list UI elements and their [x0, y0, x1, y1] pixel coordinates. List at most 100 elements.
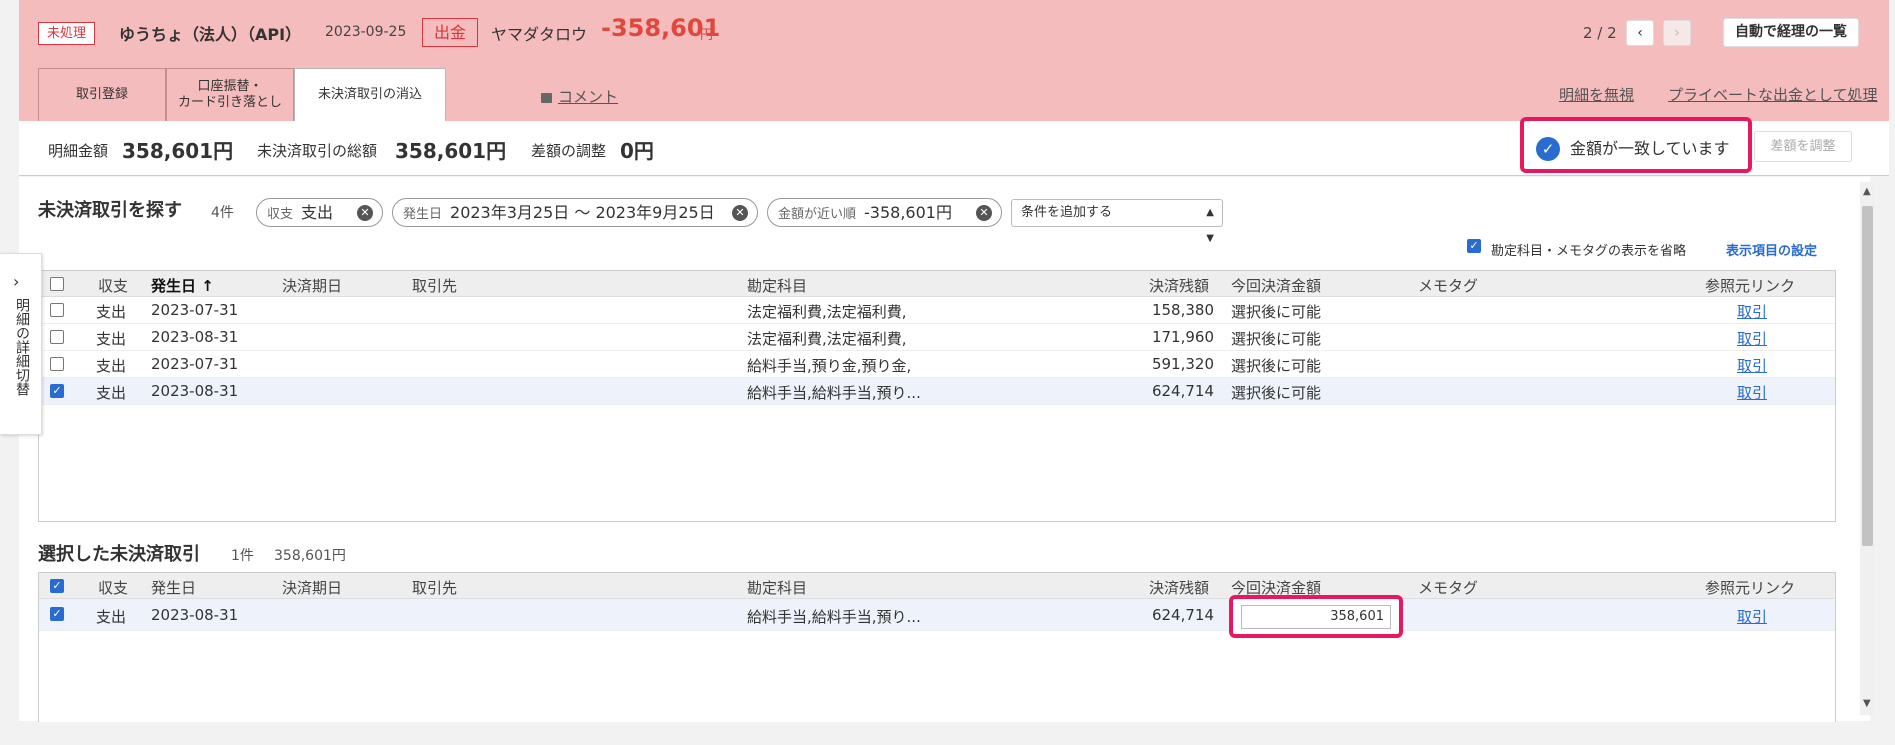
row-income: 支出: [96, 384, 127, 402]
row-account: 給料手当,預り金,預り金,: [747, 357, 912, 375]
table-row[interactable]: 支出 2023-08-31 法定福利費,法定福利費, 171,960 選択後に可…: [39, 324, 1835, 351]
row-checkbox[interactable]: [50, 357, 64, 371]
detail-amount-value: 358,601円: [122, 139, 234, 163]
table-row[interactable]: 支出 2023-07-31 給料手当,預り金,預り金, 591,320 選択後に…: [39, 351, 1835, 378]
search-result-count: 4件: [211, 205, 234, 221]
select-arrow-icon: ▲ ▼: [1206, 207, 1214, 244]
settle-amount-highlight: 358,601: [1229, 595, 1403, 638]
select-all-checkbox[interactable]: [50, 277, 64, 291]
omit-display-checkbox[interactable]: ✓: [1467, 239, 1481, 253]
transaction-header: 未処理 ゆうちょ（法人）（API） 2023-09-25 出金 ヤマダタロウ -…: [19, 0, 1889, 121]
row-this-amount: 選択後に可能: [1231, 384, 1322, 402]
scroll-down-icon[interactable]: ▼: [1863, 698, 1871, 709]
unsettled-total-value: 358,601円: [395, 139, 507, 163]
row-balance: 591,320: [1151, 355, 1214, 373]
row-ref-link[interactable]: 取引: [1737, 382, 1767, 403]
row-checkbox[interactable]: ✓: [50, 384, 64, 398]
row-checkbox[interactable]: [50, 330, 64, 344]
direction-badge: 出金: [422, 18, 479, 47]
select-all-checkbox[interactable]: ✓: [50, 579, 64, 593]
col-memo: メモタグ: [1418, 579, 1479, 597]
chip-value: 2023年3月25日 〜 2023年9月25日: [450, 203, 715, 222]
row-balance: 624,714: [1151, 606, 1214, 624]
row-balance: 158,380: [1151, 301, 1214, 319]
row-ref-link[interactable]: 取引: [1737, 355, 1767, 376]
adjust-difference-button[interactable]: 差額を調整: [1754, 131, 1852, 162]
pager-prev-button[interactable]: ‹: [1626, 20, 1654, 46]
detail-toggle-tab[interactable]: › 明細の詳細切替: [0, 253, 42, 435]
col-account: 勘定科目: [747, 579, 808, 597]
table-header: 収支 発生日 ↑ 決済期日 取引先 勘定科目 決済残額 今回決済金額 メモタグ …: [39, 271, 1835, 297]
settle-amount-input[interactable]: 358,601: [1241, 605, 1391, 629]
col-memo[interactable]: メモタグ: [1418, 275, 1478, 296]
transaction-date: 2023-09-25: [325, 24, 407, 40]
chip-value: -358,601円: [864, 203, 952, 222]
row-ref-link[interactable]: 取引: [1737, 606, 1767, 627]
chip-value: 支出: [301, 203, 334, 222]
table-row[interactable]: ✓ 支出 2023-08-31 給料手当,給料手当,預り... 624,714 …: [39, 599, 1835, 631]
display-settings-link[interactable]: 表示項目の設定: [1726, 240, 1817, 259]
add-condition-select[interactable]: 条件を追加する ▲ ▼: [1011, 199, 1223, 244]
table-row[interactable]: ✓ 支出 2023-08-31 給料手当,給料手当,預り... 624,714 …: [39, 378, 1835, 405]
col-partner: 取引先: [412, 579, 458, 597]
col-due[interactable]: 決済期日: [282, 275, 342, 296]
col-due: 決済期日: [282, 579, 343, 597]
close-icon[interactable]: ✕: [976, 205, 992, 221]
auto-list-button[interactable]: 自動で経理の一覧: [1723, 18, 1859, 47]
pager-next-button[interactable]: ›: [1663, 20, 1691, 46]
col-ref: 参照元リンク: [1705, 579, 1796, 597]
scroll-thumb[interactable]: [1862, 206, 1873, 546]
col-ref[interactable]: 参照元リンク: [1705, 275, 1795, 296]
col-income[interactable]: 収支: [98, 275, 128, 296]
close-icon[interactable]: ✕: [357, 205, 373, 221]
status-badge: 未処理: [38, 22, 96, 45]
scroll-up-icon[interactable]: ▲: [1863, 186, 1871, 197]
filter-chip-date[interactable]: 発生日 2023年3月25日 〜 2023年9月25日 ✕: [392, 198, 758, 227]
col-date[interactable]: 発生日 ↑: [151, 275, 214, 296]
ignore-detail-link[interactable]: 明細を無視: [1559, 84, 1634, 105]
tab-account-transfer[interactable]: 口座振替・ カード引き落とし: [166, 68, 294, 121]
diff-adjust-label: 差額の調整: [531, 142, 607, 160]
row-ref-link[interactable]: 取引: [1737, 328, 1767, 349]
col-partner[interactable]: 取引先: [412, 275, 457, 296]
col-balance: 決済残額: [1149, 579, 1210, 597]
row-checkbox[interactable]: ✓: [50, 607, 64, 621]
row-ref-link[interactable]: 取引: [1737, 301, 1767, 322]
amount-match-text: 金額が一致しています: [1570, 139, 1730, 158]
row-account: 給料手当,給料手当,預り...: [747, 608, 921, 626]
tab-unsettled-reconcile[interactable]: 未決済取引の消込: [294, 68, 446, 121]
row-income: 支出: [96, 608, 127, 626]
row-checkbox[interactable]: [50, 303, 64, 317]
check-circle-icon: ✓: [1536, 137, 1560, 161]
omit-display-label: 勘定科目・メモタグの表示を省略: [1491, 244, 1687, 259]
unsettled-total-label: 未決済取引の総額: [257, 142, 378, 160]
table-row[interactable]: 支出 2023-07-31 法定福利費,法定福利費, 158,380 選択後に可…: [39, 297, 1835, 324]
col-account[interactable]: 勘定科目: [747, 275, 807, 296]
row-balance: 171,960: [1151, 328, 1214, 346]
comment-icon: [541, 92, 552, 103]
filter-chip-income[interactable]: 収支 支出 ✕: [256, 198, 383, 227]
page: 未処理 ゆうちょ（法人）（API） 2023-09-25 出金 ヤマダタロウ -…: [0, 0, 1895, 745]
row-income: 支出: [96, 330, 127, 348]
amount-match-indicator: ✓ 金額が一致しています: [1520, 117, 1752, 173]
vertical-scrollbar[interactable]: ▲ ▼: [1860, 182, 1875, 715]
selected-count: 1件: [231, 548, 254, 564]
col-this-amount[interactable]: 今回決済金額: [1231, 275, 1321, 296]
amount-unit: 円: [700, 28, 714, 43]
search-section-title: 未決済取引を探す: [38, 200, 182, 221]
col-date: 発生日: [151, 579, 197, 597]
filter-chip-amount[interactable]: 金額が近い順 -358,601円 ✕: [767, 198, 1002, 227]
row-this-amount: 選択後に可能: [1231, 357, 1322, 375]
table-header: ✓ 収支 発生日 決済期日 取引先 勘定科目 決済残額 今回決済金額 メモタグ …: [39, 573, 1835, 599]
close-icon[interactable]: ✕: [732, 205, 748, 221]
private-expense-link[interactable]: プライベートな出金として処理: [1668, 84, 1878, 105]
col-balance[interactable]: 決済残額: [1149, 275, 1209, 296]
account-name: ゆうちょ（法人）（API）: [119, 25, 302, 44]
row-account: 給料手当,給料手当,預り...: [747, 384, 921, 402]
tab-register-transaction[interactable]: 取引登録: [38, 68, 166, 121]
row-date: 2023-08-31: [151, 606, 239, 624]
comment-link[interactable]: コメント: [541, 86, 618, 107]
chip-label: 収支: [267, 207, 294, 222]
payee-name: ヤマダタロウ: [491, 25, 588, 44]
row-account: 法定福利費,法定福利費,: [747, 330, 907, 348]
